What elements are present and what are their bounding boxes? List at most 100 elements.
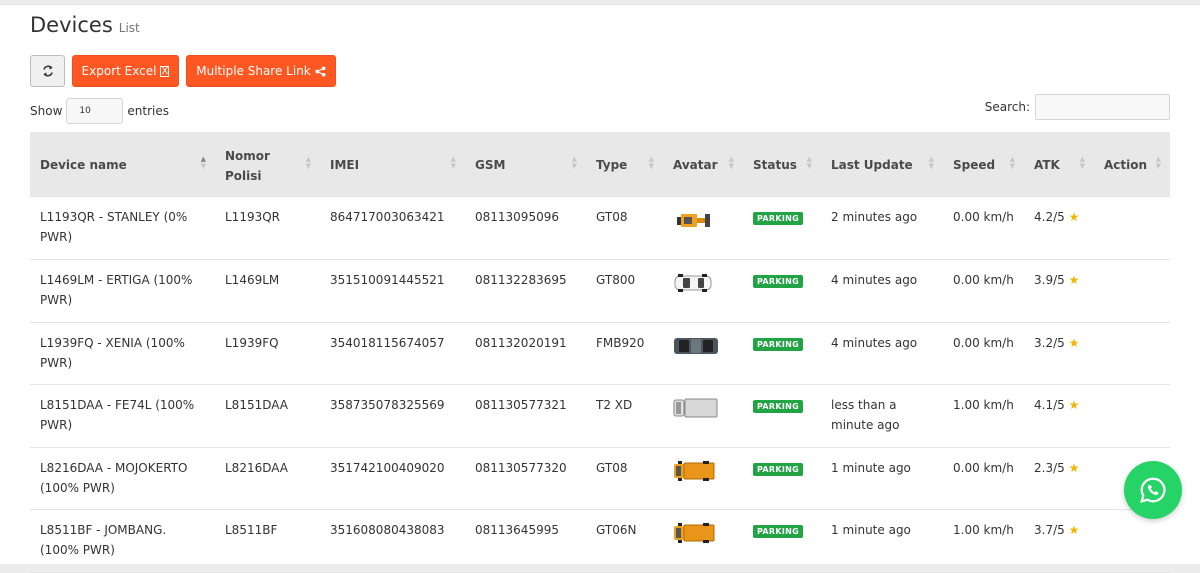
col-header-last-update[interactable]: Last Update ▲ ▼	[821, 132, 943, 197]
status-cell: PARKING	[743, 447, 821, 510]
avatar-cell	[663, 447, 743, 510]
search-input[interactable]	[1035, 94, 1170, 120]
sort-icon: ▲ ▼	[305, 155, 311, 170]
nomor-polisi-cell: L8511BF	[225, 523, 278, 537]
type-cell: FMB920	[596, 335, 645, 350]
page-subtitle: List	[118, 21, 140, 35]
truck-gray-icon	[673, 397, 733, 419]
last-update-cell: 1 minute ago	[831, 523, 911, 537]
status-badge: PARKING	[753, 212, 804, 225]
device-name-cell: L1193QR - STANLEY (0% PWR)	[40, 210, 188, 244]
whatsapp-chat-button[interactable]	[1124, 461, 1182, 519]
car-dark-icon	[673, 335, 733, 357]
table-row[interactable]: L1193QR - STANLEY (0% PWR) L1193QR 8647170…	[30, 197, 1170, 260]
atk-cell: 4.2/5 ★	[1024, 197, 1094, 260]
multiple-share-link-button[interactable]: Multiple Share Link	[186, 55, 336, 87]
avatar-cell	[663, 510, 743, 573]
atk-cell: 2.3/5 ★	[1024, 447, 1094, 510]
avatar-cell	[663, 260, 743, 323]
avatar-cell	[663, 385, 743, 448]
gsm-cell: 08113645995	[475, 523, 559, 537]
speed-cell: 0.00 km/h	[953, 460, 1014, 475]
action-cell	[1094, 260, 1170, 323]
col-header-imei[interactable]: IMEI ▲ ▼	[320, 132, 465, 197]
gsm-cell: 08113095096	[475, 210, 559, 224]
atk-cell: 3.2/5 ★	[1024, 322, 1094, 385]
status-cell: PARKING	[743, 322, 821, 385]
imei-cell: 351510091445521	[330, 273, 445, 287]
type-cell: GT800	[596, 273, 636, 287]
devices-table: Device name ▲ ▼ Nomor Polisi ▲ ▼ IMEI ▲ ▼ GSM ▲…	[30, 132, 1170, 573]
status-cell: PARKING	[743, 385, 821, 448]
share-link-label: Multiple Share Link	[196, 64, 311, 78]
imei-cell: 358735078325569	[330, 398, 445, 412]
table-row[interactable]: L1469LM - ERTIGA (100% PWR) L1469LM 351510…	[30, 260, 1170, 323]
star-icon: ★	[1068, 523, 1080, 537]
imei-cell: 351608080438083	[330, 523, 445, 537]
sort-icon: ▲ ▼	[806, 155, 812, 170]
device-name-cell: L8216DAA - MOJOKERTO (100% PWR)	[40, 460, 188, 495]
type-cell: GT06N	[596, 523, 637, 537]
device-name-cell: L8151DAA - FE74L (100% PWR)	[40, 398, 195, 432]
speed-cell: 0.00 km/h	[953, 273, 1014, 287]
col-header-gsm[interactable]: GSM ▲ ▼	[465, 132, 586, 197]
table-row[interactable]: L8216DAA - MOJOKERTO (100% PWR) L8216DAA 3…	[30, 447, 1170, 510]
action-cell	[1094, 322, 1170, 385]
gsm-cell: 081130577321	[475, 398, 567, 412]
table-row[interactable]: L8511BF - JOMBANG. (100% PWR) L8511BF 3516…	[30, 510, 1170, 573]
sort-icon: ▲ ▼	[1079, 155, 1085, 170]
col-header-speed[interactable]: Speed ▲ ▼	[943, 132, 1024, 197]
type-cell: T2 XD	[596, 398, 633, 412]
sort-icon: ▲ ▼	[1155, 155, 1161, 170]
whatsapp-icon	[1140, 477, 1166, 503]
table-row[interactable]: L8151DAA - FE74L (100% PWR) L8151DAA 35873…	[30, 385, 1170, 448]
search-label: Search:	[984, 100, 1030, 114]
status-cell: PARKING	[743, 260, 821, 323]
nomor-polisi-cell: L1469LM	[225, 273, 280, 287]
action-cell	[1094, 197, 1170, 260]
star-icon: ★	[1068, 460, 1080, 475]
entries-suffix: entries	[127, 104, 169, 118]
atk-rating: 3.7/5	[1034, 523, 1065, 537]
sort-icon: ▲ ▼	[450, 155, 456, 170]
truck-orange-icon	[673, 522, 733, 544]
atk-rating: 4.1/5	[1034, 398, 1065, 412]
entries-select[interactable]: 10	[66, 98, 124, 124]
sort-icon: ▲ ▼	[928, 155, 934, 170]
star-icon: ★	[1068, 335, 1080, 350]
refresh-button[interactable]	[30, 55, 65, 87]
col-header-status[interactable]: Status ▲ ▼	[743, 132, 821, 197]
status-badge: PARKING	[753, 400, 804, 413]
imei-cell: 354018115674057	[330, 335, 445, 350]
gsm-cell: 081130577320	[475, 460, 567, 475]
col-header-avatar[interactable]: Avatar ▲ ▼	[663, 132, 743, 197]
last-update-cell: 1 minute ago	[831, 460, 911, 475]
col-header-atk[interactable]: ATK ▲ ▼	[1024, 132, 1094, 197]
last-update-cell: 4 minutes ago	[831, 273, 918, 287]
avatar-cell	[663, 322, 743, 385]
export-excel-button[interactable]: Export Excel X	[72, 55, 179, 87]
action-cell	[1094, 385, 1170, 448]
table-row[interactable]: L1939FQ - XENIA (100% PWR) L1939FQ 3540181…	[30, 322, 1170, 385]
status-badge: PARKING	[753, 462, 804, 476]
col-header-type[interactable]: Type ▲ ▼	[586, 132, 663, 197]
star-icon: ★	[1068, 210, 1080, 224]
refresh-icon	[42, 65, 53, 77]
atk-cell: 4.1/5 ★	[1024, 385, 1094, 448]
speed-cell: 1.00 km/h	[953, 398, 1014, 412]
table-header-row: Device name ▲ ▼ Nomor Polisi ▲ ▼ IMEI ▲ ▼ GSM ▲…	[30, 132, 1170, 197]
type-cell: GT08	[596, 210, 628, 224]
sort-asc-icon: ▲ ▼	[200, 155, 206, 170]
last-update-cell: 2 minutes ago	[831, 210, 918, 224]
car-white-icon	[673, 272, 733, 294]
speed-cell: 0.00 km/h	[953, 210, 1014, 224]
star-icon: ★	[1068, 273, 1080, 287]
col-header-device-name[interactable]: Device name ▲ ▼	[30, 132, 215, 197]
col-header-nomor-polisi[interactable]: Nomor Polisi ▲ ▼	[215, 132, 320, 197]
avatar-cell	[663, 197, 743, 260]
nomor-polisi-cell: L8216DAA	[225, 460, 289, 475]
atk-rating: 3.9/5	[1034, 273, 1065, 287]
search-control: Search:	[985, 94, 1170, 120]
col-header-action[interactable]: Action ▲ ▼	[1094, 132, 1170, 197]
entries-length-control: Show 10 entries	[30, 98, 169, 124]
